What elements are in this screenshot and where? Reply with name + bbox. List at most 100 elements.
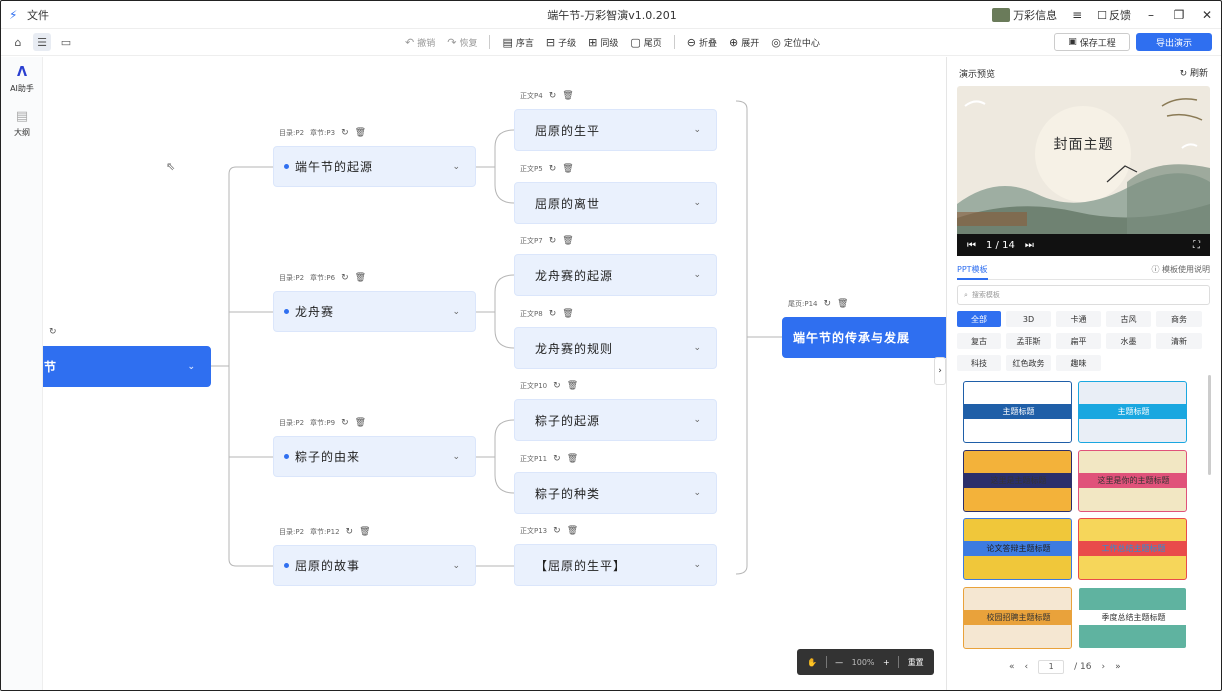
redo-button[interactable]: ↷ 恢复 bbox=[447, 36, 477, 49]
delete-icon[interactable]: 🗑 bbox=[359, 527, 370, 537]
endpage-node[interactable]: 端午节的传承与发展 bbox=[782, 317, 946, 358]
refresh-icon[interactable]: ↻ bbox=[341, 273, 349, 283]
mindmap-canvas[interactable]: ⇖ ↻ 节 ⌄ 目录:P2 章节:P3 ↻ 🗑 端午节的起源 ⌄ 正文P4 ↻ 🗑 … bbox=[43, 57, 946, 690]
delete-icon[interactable]: 🗑 bbox=[355, 128, 366, 138]
refresh-icon[interactable]: ↻ bbox=[549, 309, 557, 319]
preface-button[interactable]: ▤ 序言 bbox=[502, 36, 533, 49]
minimize-icon[interactable]: – bbox=[1143, 8, 1159, 22]
reset-zoom-button[interactable]: 重置 bbox=[908, 657, 924, 668]
template-thumbnail[interactable]: 工作总结主题标题 bbox=[1078, 518, 1187, 580]
refresh-icon[interactable]: ↻ bbox=[553, 454, 561, 464]
chevron-down-icon[interactable]: ⌄ bbox=[693, 198, 702, 208]
template-thumbnail[interactable]: 校园招聘主题标题 bbox=[963, 587, 1072, 649]
template-thumbnail[interactable]: 这里是主题标题 bbox=[963, 450, 1072, 512]
slide-preview[interactable]: 封面主题 bbox=[957, 86, 1210, 256]
category-chip[interactable]: 水墨 bbox=[1106, 333, 1151, 349]
hand-icon[interactable]: ✋ bbox=[807, 658, 817, 667]
chevron-down-icon[interactable]: ⌄ bbox=[693, 270, 702, 280]
save-project-button[interactable]: ▣ 保存工程 bbox=[1054, 33, 1130, 51]
export-button[interactable]: 导出演示 bbox=[1136, 33, 1212, 51]
root-refresh-icon[interactable]: ↻ bbox=[49, 327, 57, 337]
leaf-node[interactable]: 屈原的生平 ⌄ bbox=[514, 109, 717, 151]
mindmap-view-icon[interactable]: ☰ bbox=[33, 33, 51, 51]
close-icon[interactable]: ✕ bbox=[1199, 8, 1215, 22]
leaf-node[interactable]: 龙舟赛的起源 ⌄ bbox=[514, 254, 717, 296]
template-search-input[interactable]: ⌕ 搜索模板 bbox=[957, 285, 1210, 305]
delete-icon[interactable]: 🗑 bbox=[562, 236, 573, 246]
tab-ppt-templates[interactable]: PPT模板 bbox=[957, 264, 988, 280]
delete-icon[interactable]: 🗑 bbox=[562, 309, 573, 319]
template-thumbnail[interactable]: 这里是你的主题标题 bbox=[1078, 450, 1187, 512]
maximize-icon[interactable]: ❐ bbox=[1171, 8, 1187, 22]
refresh-icon[interactable]: ↻ bbox=[824, 299, 832, 309]
chevron-down-icon[interactable]: ⌄ bbox=[452, 561, 461, 571]
category-chip[interactable]: 科技 bbox=[957, 355, 1001, 371]
add-child-button[interactable]: ⊟ 子级 bbox=[546, 36, 576, 49]
category-chip[interactable]: 卡通 bbox=[1056, 311, 1101, 327]
home-icon[interactable]: ⌂ bbox=[9, 33, 27, 51]
chevron-down-icon[interactable]: ⌄ bbox=[693, 125, 702, 135]
next-page-icon[interactable]: › bbox=[1101, 662, 1105, 672]
category-chip[interactable]: 3D bbox=[1006, 311, 1051, 327]
last-page-icon[interactable]: » bbox=[1115, 662, 1121, 672]
delete-icon[interactable]: 🗑 bbox=[355, 273, 366, 283]
chevron-down-icon[interactable]: ⌄ bbox=[693, 560, 702, 570]
category-chip[interactable]: 复古 bbox=[957, 333, 1001, 349]
leaf-node[interactable]: 龙舟赛的规则 ⌄ bbox=[514, 327, 717, 369]
zoom-out-icon[interactable]: — bbox=[835, 658, 843, 667]
chevron-down-icon[interactable]: ⌄ bbox=[187, 362, 196, 372]
branch-node[interactable]: 端午节的起源 ⌄ bbox=[273, 146, 476, 187]
chevron-down-icon[interactable]: ⌄ bbox=[693, 343, 702, 353]
refresh-button[interactable]: ↻ 刷新 bbox=[1180, 66, 1208, 79]
leaf-node[interactable]: 屈原的离世 ⌄ bbox=[514, 182, 717, 224]
zoom-in-icon[interactable]: + bbox=[883, 658, 890, 667]
prev-page-icon[interactable]: ‹ bbox=[1025, 662, 1029, 672]
template-thumbnail[interactable]: 论文答辩主题标题 bbox=[963, 518, 1072, 580]
leaf-node[interactable]: 粽子的种类 ⌄ bbox=[514, 472, 717, 514]
add-sibling-button[interactable]: ⊞ 同级 bbox=[588, 36, 618, 49]
category-chip[interactable]: 商务 bbox=[1156, 311, 1202, 327]
page-input[interactable]: 1 bbox=[1038, 660, 1065, 674]
refresh-icon[interactable]: ↻ bbox=[553, 526, 561, 536]
delete-icon[interactable]: 🗑 bbox=[837, 299, 848, 309]
chevron-down-icon[interactable]: ⌄ bbox=[452, 162, 461, 172]
menu-icon[interactable]: ≡ bbox=[1069, 8, 1085, 22]
user-account[interactable]: 万彩信息 bbox=[992, 7, 1057, 23]
category-chip[interactable]: 清新 bbox=[1156, 333, 1202, 349]
refresh-icon[interactable]: ↻ bbox=[341, 128, 349, 138]
category-chip[interactable]: 全部 bbox=[957, 311, 1001, 327]
expand-button[interactable]: ⊕ 展开 bbox=[729, 36, 759, 49]
category-chip[interactable]: 孟菲斯 bbox=[1006, 333, 1051, 349]
template-thumbnail[interactable]: 主题标题 bbox=[963, 381, 1072, 443]
endpage-button[interactable]: ▢ 尾页 bbox=[630, 36, 661, 49]
delete-icon[interactable]: 🗑 bbox=[567, 381, 578, 391]
branch-node[interactable]: 屈原的故事 ⌄ bbox=[273, 545, 476, 586]
undo-button[interactable]: ↶ 撤销 bbox=[405, 36, 435, 49]
template-help-link[interactable]: ⓘ 模板使用说明 bbox=[1151, 264, 1210, 275]
next-icon[interactable]: ⏭ bbox=[1025, 240, 1034, 251]
refresh-icon[interactable]: ↻ bbox=[346, 527, 354, 537]
refresh-icon[interactable]: ↻ bbox=[341, 418, 349, 428]
chevron-down-icon[interactable]: ⌄ bbox=[693, 415, 702, 425]
delete-icon[interactable]: 🗑 bbox=[562, 91, 573, 101]
ai-assistant-button[interactable]: Λ AI助手 bbox=[1, 65, 43, 94]
refresh-icon[interactable]: ↻ bbox=[549, 236, 557, 246]
refresh-icon[interactable]: ↻ bbox=[549, 164, 557, 174]
chevron-down-icon[interactable]: ⌄ bbox=[693, 488, 702, 498]
refresh-icon[interactable]: ↻ bbox=[553, 381, 561, 391]
locate-center-button[interactable]: ◎ 定位中心 bbox=[771, 36, 820, 49]
leaf-node[interactable]: 【屈原的生平】 ⌄ bbox=[514, 544, 717, 586]
chevron-down-icon[interactable]: ⌄ bbox=[452, 452, 461, 462]
branch-node[interactable]: 龙舟赛 ⌄ bbox=[273, 291, 476, 332]
first-page-icon[interactable]: « bbox=[1009, 662, 1015, 672]
template-thumbnail[interactable]: 季度总结主题标题 bbox=[1078, 587, 1187, 649]
scrollbar[interactable] bbox=[1208, 375, 1211, 475]
category-chip[interactable]: 趣味 bbox=[1056, 355, 1101, 371]
chevron-down-icon[interactable]: ⌄ bbox=[452, 307, 461, 317]
collapse-button[interactable]: ⊖ 折叠 bbox=[687, 36, 717, 49]
file-menu[interactable]: 文件 bbox=[27, 7, 49, 23]
outline-button[interactable]: ▤ 大纲 bbox=[1, 109, 43, 138]
panel-toggle-button[interactable]: › bbox=[934, 357, 946, 385]
fullscreen-icon[interactable]: ⛶ bbox=[1193, 240, 1200, 251]
leaf-node[interactable]: 粽子的起源 ⌄ bbox=[514, 399, 717, 441]
